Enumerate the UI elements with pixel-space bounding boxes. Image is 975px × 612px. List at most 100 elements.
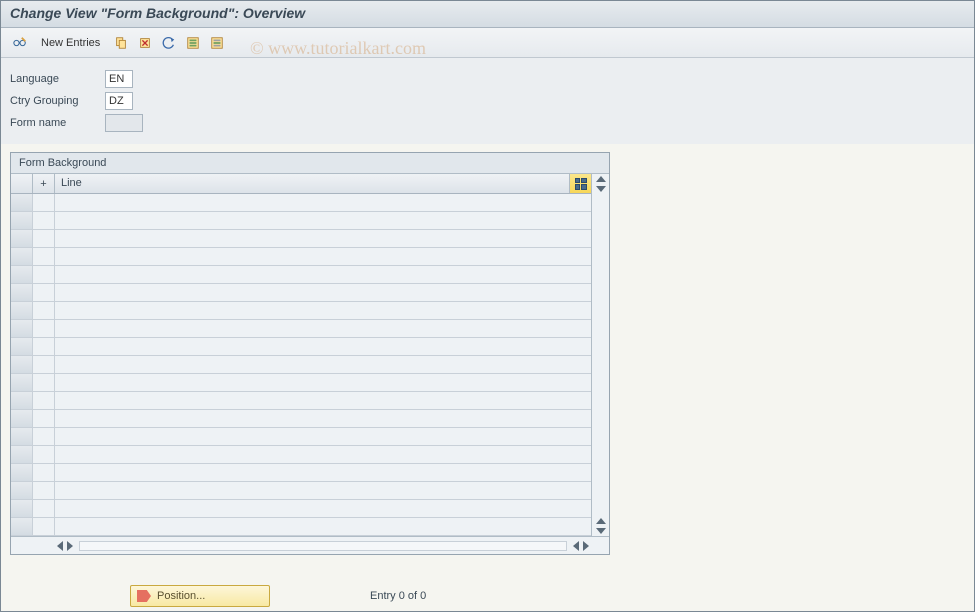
row-plus-cell[interactable] bbox=[33, 428, 55, 445]
row-line-cell[interactable] bbox=[55, 374, 591, 391]
row-line-cell[interactable] bbox=[55, 248, 591, 265]
row-line-cell[interactable] bbox=[55, 392, 591, 409]
horizontal-scrollbar[interactable] bbox=[11, 536, 609, 554]
configure-columns-button[interactable] bbox=[569, 174, 591, 193]
row-selector[interactable] bbox=[11, 338, 33, 355]
row-selector[interactable] bbox=[11, 392, 33, 409]
scroll-right-icon[interactable] bbox=[67, 541, 73, 551]
row-selector[interactable] bbox=[11, 248, 33, 265]
row-line-cell[interactable] bbox=[55, 266, 591, 283]
scroll-left-icon[interactable] bbox=[57, 541, 63, 551]
row-selector[interactable] bbox=[11, 212, 33, 229]
table-row[interactable] bbox=[11, 500, 591, 518]
table-row[interactable] bbox=[11, 356, 591, 374]
copy-as-button[interactable] bbox=[111, 33, 131, 53]
row-selector[interactable] bbox=[11, 194, 33, 211]
table-row[interactable] bbox=[11, 338, 591, 356]
row-line-cell[interactable] bbox=[55, 464, 591, 481]
row-plus-cell[interactable] bbox=[33, 500, 55, 517]
row-line-cell[interactable] bbox=[55, 446, 591, 463]
row-selector[interactable] bbox=[11, 284, 33, 301]
row-line-cell[interactable] bbox=[55, 230, 591, 247]
row-selector[interactable] bbox=[11, 464, 33, 481]
line-column-header[interactable]: Line bbox=[55, 174, 569, 193]
row-line-cell[interactable] bbox=[55, 410, 591, 427]
row-selector[interactable] bbox=[11, 302, 33, 319]
table-row[interactable] bbox=[11, 266, 591, 284]
row-selector[interactable] bbox=[11, 482, 33, 499]
row-plus-cell[interactable] bbox=[33, 320, 55, 337]
row-plus-cell[interactable] bbox=[33, 212, 55, 229]
row-selector[interactable] bbox=[11, 518, 33, 535]
delete-button[interactable] bbox=[135, 33, 155, 53]
table-row[interactable] bbox=[11, 392, 591, 410]
row-selector[interactable] bbox=[11, 446, 33, 463]
row-line-cell[interactable] bbox=[55, 302, 591, 319]
plus-column-header[interactable]: + bbox=[33, 174, 55, 193]
row-line-cell[interactable] bbox=[55, 500, 591, 517]
form-name-input[interactable] bbox=[105, 114, 143, 132]
table-row[interactable] bbox=[11, 482, 591, 500]
row-plus-cell[interactable] bbox=[33, 446, 55, 463]
row-plus-cell[interactable] bbox=[33, 266, 55, 283]
row-selector[interactable] bbox=[11, 230, 33, 247]
row-plus-cell[interactable] bbox=[33, 338, 55, 355]
row-plus-cell[interactable] bbox=[33, 356, 55, 373]
scroll-left-end-icon[interactable] bbox=[573, 541, 579, 551]
row-plus-cell[interactable] bbox=[33, 518, 55, 535]
table-row[interactable] bbox=[11, 248, 591, 266]
scroll-up-icon[interactable] bbox=[596, 176, 606, 182]
scroll-down-bottom-icon[interactable] bbox=[596, 528, 606, 534]
row-plus-cell[interactable] bbox=[33, 482, 55, 499]
table-row[interactable] bbox=[11, 302, 591, 320]
row-line-cell[interactable] bbox=[55, 482, 591, 499]
scroll-down-icon[interactable] bbox=[596, 186, 606, 192]
row-selector[interactable] bbox=[11, 320, 33, 337]
row-selector[interactable] bbox=[11, 500, 33, 517]
table-row[interactable] bbox=[11, 446, 591, 464]
language-input[interactable] bbox=[105, 70, 133, 88]
position-button[interactable]: Position... bbox=[130, 585, 270, 607]
row-plus-cell[interactable] bbox=[33, 284, 55, 301]
table-row[interactable] bbox=[11, 320, 591, 338]
row-line-cell[interactable] bbox=[55, 320, 591, 337]
select-all-button[interactable] bbox=[183, 33, 203, 53]
row-line-cell[interactable] bbox=[55, 518, 591, 535]
row-line-cell[interactable] bbox=[55, 284, 591, 301]
row-selector[interactable] bbox=[11, 266, 33, 283]
scroll-track[interactable] bbox=[79, 541, 567, 551]
vertical-scrollbar[interactable] bbox=[591, 174, 609, 536]
row-plus-cell[interactable] bbox=[33, 464, 55, 481]
row-plus-cell[interactable] bbox=[33, 194, 55, 211]
row-plus-cell[interactable] bbox=[33, 410, 55, 427]
scroll-up-bottom-icon[interactable] bbox=[596, 518, 606, 524]
table-row[interactable] bbox=[11, 410, 591, 428]
scroll-right-end-icon[interactable] bbox=[583, 541, 589, 551]
undo-change-button[interactable] bbox=[159, 33, 179, 53]
row-selector[interactable] bbox=[11, 428, 33, 445]
row-line-cell[interactable] bbox=[55, 428, 591, 445]
select-column-header[interactable] bbox=[11, 174, 33, 193]
row-selector[interactable] bbox=[11, 410, 33, 427]
table-row[interactable] bbox=[11, 464, 591, 482]
table-row[interactable] bbox=[11, 428, 591, 446]
new-entries-button[interactable]: New Entries bbox=[34, 33, 107, 53]
row-plus-cell[interactable] bbox=[33, 374, 55, 391]
row-line-cell[interactable] bbox=[55, 212, 591, 229]
row-plus-cell[interactable] bbox=[33, 302, 55, 319]
ctry-grouping-input[interactable] bbox=[105, 92, 133, 110]
table-row[interactable] bbox=[11, 518, 591, 536]
row-plus-cell[interactable] bbox=[33, 248, 55, 265]
table-row[interactable] bbox=[11, 374, 591, 392]
row-line-cell[interactable] bbox=[55, 338, 591, 355]
row-line-cell[interactable] bbox=[55, 356, 591, 373]
row-plus-cell[interactable] bbox=[33, 230, 55, 247]
table-row[interactable] bbox=[11, 284, 591, 302]
table-row[interactable] bbox=[11, 212, 591, 230]
row-selector[interactable] bbox=[11, 374, 33, 391]
row-line-cell[interactable] bbox=[55, 194, 591, 211]
table-row[interactable] bbox=[11, 194, 591, 212]
toggle-display-change-button[interactable] bbox=[10, 33, 30, 53]
row-plus-cell[interactable] bbox=[33, 392, 55, 409]
table-row[interactable] bbox=[11, 230, 591, 248]
